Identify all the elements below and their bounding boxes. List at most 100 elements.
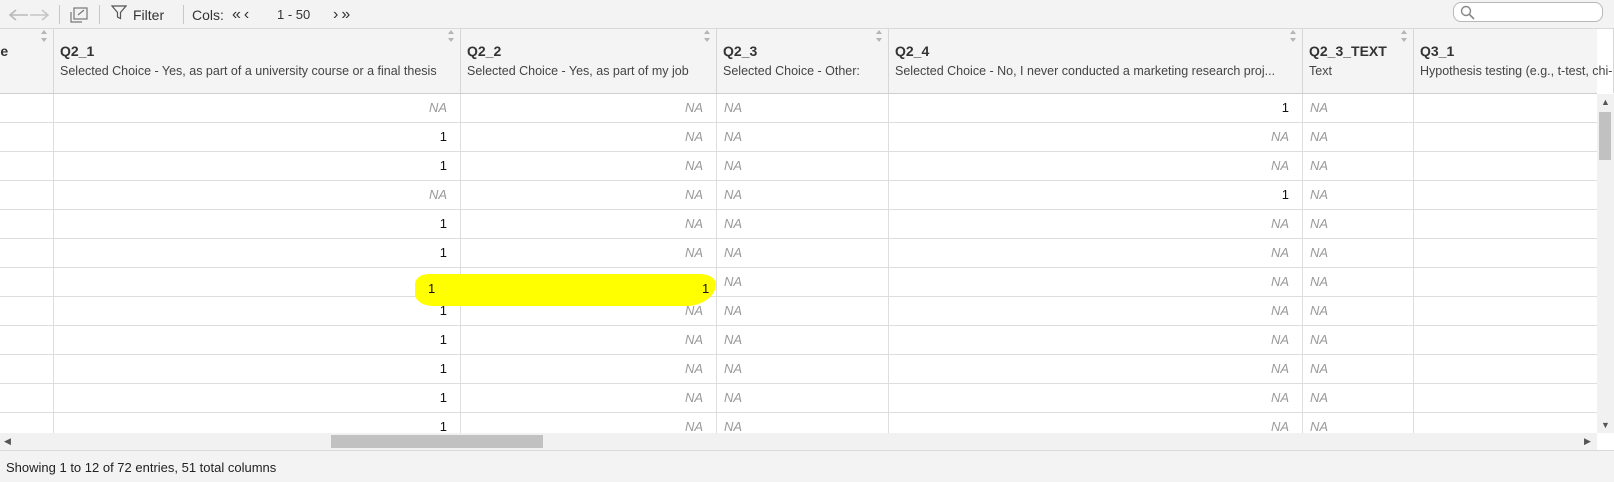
cell-value: NA (1310, 100, 1329, 115)
cell-value: NA (1270, 129, 1289, 144)
sort-icon[interactable] (40, 29, 48, 43)
cell-value: NA (1270, 361, 1289, 376)
column-name: age (0, 43, 9, 59)
column-header-q2-1[interactable]: Q2_1 Selected Choice - Yes, as part of a … (54, 29, 461, 93)
cell-value: NA (1310, 303, 1329, 318)
table-cell: 1 (54, 355, 461, 383)
last-columns-button[interactable]: » (341, 6, 350, 24)
scroll-left-icon[interactable]: ◀ (4, 436, 11, 447)
popout-icon[interactable] (69, 0, 89, 29)
table-cell: NA (717, 210, 889, 238)
cell-value: NA (724, 332, 743, 347)
table-cell: NA (717, 239, 889, 267)
prev-columns-button[interactable]: ‹ (244, 6, 249, 24)
table-cell: 1 (889, 181, 1303, 209)
cell-value: NA (1270, 245, 1289, 260)
column-header-q2-2[interactable]: Q2_2 Selected Choice - Yes, as part of my… (461, 29, 717, 93)
table-cell: NA (889, 268, 1303, 296)
table-cell: NA (717, 94, 889, 122)
cell-value: 1 (439, 245, 447, 260)
scroll-up-icon[interactable]: ▲ (1601, 97, 1610, 107)
cell-value: 1 (439, 303, 447, 318)
cell-value: NA (1310, 332, 1329, 347)
column-header-q3-1[interactable]: Q3_1 Hypothesis testing (e.g., t-test, ch… (1414, 29, 1614, 93)
vertical-scroll-thumb[interactable] (1599, 112, 1611, 160)
first-columns-button[interactable]: « (232, 6, 241, 24)
table-row: 1 NA NA NA NA (0, 326, 1597, 355)
cell-value: NA (684, 187, 703, 202)
table-cell: 1 (889, 94, 1303, 122)
horizontal-scrollbar[interactable]: ◀ ▶ (0, 433, 1597, 450)
table-cell: NA (717, 355, 889, 383)
column-name: Q2_3 (723, 43, 758, 59)
cell-value: NA (684, 361, 703, 376)
filter-label: Filter (133, 6, 165, 23)
table-cell: NA (717, 326, 889, 354)
table-row: NA NA NA (0, 268, 1597, 297)
forward-arrow-icon[interactable] (30, 0, 50, 29)
table-cell (1414, 413, 1597, 433)
table-cell (1414, 355, 1597, 383)
table-cell (1414, 210, 1597, 238)
table-cell: NA (461, 326, 717, 354)
table-cell: NA (461, 297, 717, 325)
sort-icon[interactable] (447, 29, 455, 43)
sort-icon[interactable] (703, 29, 711, 43)
table-cell: 1 (54, 297, 461, 325)
back-arrow-icon[interactable] (8, 0, 30, 29)
table-cell: NA (461, 384, 717, 412)
column-name: Q2_2 (467, 43, 502, 59)
cell-value: NA (724, 245, 743, 260)
highlighted-cell-q2-2: 1 (702, 281, 710, 296)
horizontal-scroll-thumb[interactable] (331, 435, 543, 448)
next-columns-button[interactable]: › (333, 6, 338, 24)
table-cell: 1 (54, 384, 461, 412)
table-cell: 1 (54, 210, 461, 238)
cell-value: NA (724, 129, 743, 144)
toolbar-divider (183, 5, 184, 24)
scroll-down-icon[interactable]: ▼ (1601, 420, 1610, 430)
cell-value: NA (684, 100, 703, 115)
cols-range: 1 - 50 (277, 7, 311, 22)
cell-value: NA (724, 216, 743, 231)
table-cell: NA (889, 210, 1303, 238)
table-cell (0, 326, 54, 354)
column-header-age[interactable]: agege (0, 29, 54, 93)
table-cell: NA (1303, 181, 1414, 209)
toolbar-divider (99, 5, 100, 24)
cell-value: 1 (439, 332, 447, 347)
cell-value: NA (1270, 419, 1289, 433)
table-cell: NA (717, 297, 889, 325)
table-cell (1414, 123, 1597, 151)
cell-value: NA (1310, 419, 1329, 433)
table-cell: NA (1303, 123, 1414, 151)
table-cell (0, 413, 54, 433)
sort-icon[interactable] (875, 29, 883, 43)
table-row: 1 NA NA NA NA (0, 384, 1597, 413)
sort-icon[interactable] (1289, 29, 1297, 43)
cell-value: NA (724, 419, 743, 433)
table-cell: NA (461, 152, 717, 180)
search-input[interactable] (1453, 2, 1603, 22)
table-cell (1414, 239, 1597, 267)
table-cell (1414, 268, 1597, 296)
table-cell: NA (461, 239, 717, 267)
table-cell: NA (889, 152, 1303, 180)
table-cell: NA (1303, 413, 1414, 433)
filter-button[interactable]: Filter (110, 0, 165, 29)
column-header-q2-4[interactable]: Q2_4 Selected Choice - No, I never conduc… (889, 29, 1303, 93)
cell-value: NA (1310, 187, 1329, 202)
table-cell: NA (54, 94, 461, 122)
sort-icon[interactable] (1400, 29, 1408, 43)
column-label: Selected Choice - Other: (723, 64, 860, 78)
cell-value: NA (1270, 216, 1289, 231)
cell-value: NA (428, 100, 447, 115)
table-cell: NA (461, 94, 717, 122)
column-header-q2-3[interactable]: Q2_3 Selected Choice - Other: (717, 29, 889, 93)
column-header-q2-3-text[interactable]: Q2_3_TEXT Text (1303, 29, 1414, 93)
cell-value: NA (684, 245, 703, 260)
vertical-scrollbar[interactable]: ▲ ▼ (1597, 94, 1614, 433)
table-cell (461, 268, 717, 296)
scroll-right-icon[interactable]: ▶ (1584, 436, 1591, 447)
table-cell: NA (889, 123, 1303, 151)
